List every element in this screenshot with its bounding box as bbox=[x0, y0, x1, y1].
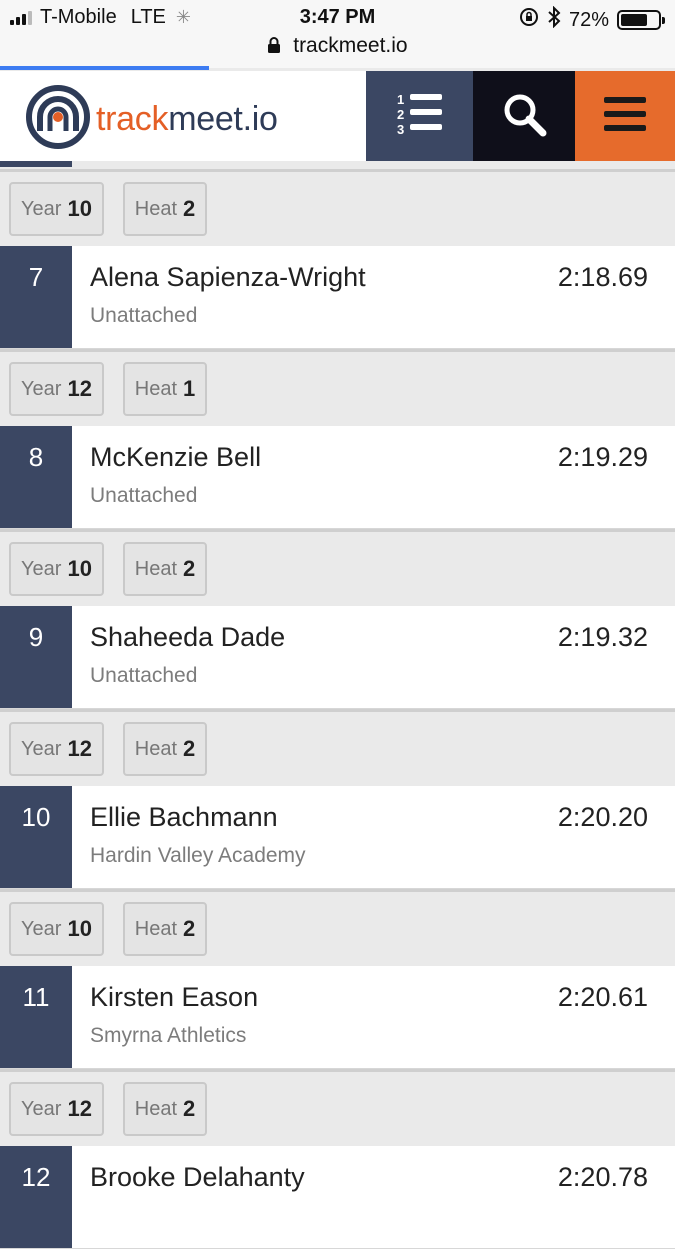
heat-tag[interactable]: Heat 2 bbox=[123, 902, 207, 956]
heat-label: Heat bbox=[134, 1097, 177, 1120]
athlete-name: Shaheeda Dade bbox=[90, 622, 286, 652]
svg-text:1: 1 bbox=[397, 92, 404, 107]
place-number: 7 bbox=[0, 246, 72, 348]
heat-tag[interactable]: Heat 2 bbox=[123, 1082, 207, 1136]
place-number: 10 bbox=[0, 786, 72, 888]
year-tag[interactable]: Year 12 bbox=[9, 362, 104, 416]
battery-percent: 72% bbox=[568, 8, 609, 31]
lock-icon bbox=[267, 36, 281, 60]
heat-value: 2 bbox=[183, 1096, 196, 1121]
athlete-name: Brooke Delahanty bbox=[90, 1162, 305, 1192]
result-tags: Year 10 Heat 2 bbox=[0, 169, 675, 246]
result-row[interactable]: 12 Brooke Delahanty 2:20.78 bbox=[0, 1146, 675, 1249]
heat-value: 2 bbox=[183, 196, 196, 221]
athlete-name: Alena Sapienza-Wright bbox=[90, 262, 366, 292]
heat-value: 2 bbox=[183, 736, 196, 761]
year-label: Year bbox=[21, 737, 62, 760]
url-bar[interactable]: trackmeet.io bbox=[0, 34, 675, 68]
year-tag[interactable]: Year 12 bbox=[9, 722, 104, 776]
previous-result-edge bbox=[0, 161, 675, 169]
athlete-name: Ellie Bachmann bbox=[90, 802, 278, 832]
page-load-progress bbox=[0, 66, 210, 70]
result-tags: Year 12 Heat 2 bbox=[0, 1069, 675, 1146]
year-tag[interactable]: Year 10 bbox=[9, 542, 104, 596]
year-tag[interactable]: Year 12 bbox=[9, 1082, 104, 1136]
search-icon bbox=[501, 91, 547, 142]
results-list: Year 10 Heat 2 7 Alena Sapienza-Wright Una… bbox=[0, 161, 675, 1249]
heat-tag[interactable]: Heat 2 bbox=[123, 182, 207, 236]
result-tags: Year 12 Heat 1 bbox=[0, 349, 675, 426]
place-number: 12 bbox=[0, 1146, 72, 1248]
heat-label: Heat bbox=[134, 917, 177, 940]
year-value: 12 bbox=[67, 736, 92, 761]
result-row[interactable]: 7 Alena Sapienza-Wright Unattached 2:18.… bbox=[0, 246, 675, 349]
place-number: 8 bbox=[0, 426, 72, 528]
logo-track-text: track bbox=[96, 100, 169, 138]
result-time: 2:20.78 bbox=[557, 1162, 648, 1192]
rankings-button[interactable]: 1 2 3 bbox=[366, 71, 473, 161]
team-name: Unattached bbox=[90, 304, 198, 327]
year-label: Year bbox=[21, 197, 62, 220]
heat-tag[interactable]: Heat 1 bbox=[123, 362, 207, 416]
result-row[interactable]: 11 Kirsten Eason Smyrna Athletics 2:20.6… bbox=[0, 966, 675, 1069]
place-number: 9 bbox=[0, 606, 72, 708]
place-number: 11 bbox=[0, 966, 72, 1068]
year-value: 12 bbox=[67, 376, 92, 401]
result-time: 2:19.32 bbox=[557, 622, 648, 652]
menu-button[interactable] bbox=[575, 71, 675, 161]
heat-tag[interactable]: Heat 2 bbox=[123, 722, 207, 776]
year-value: 10 bbox=[67, 556, 92, 581]
heat-label: Heat bbox=[134, 557, 177, 580]
bluetooth-icon bbox=[547, 5, 561, 34]
status-bar: T-Mobile LTE ✳ 3:47 PM 72% bbox=[0, 0, 675, 34]
result-tags: Year 10 Heat 2 bbox=[0, 889, 675, 966]
team-name: Hardin Valley Academy bbox=[90, 844, 306, 867]
result-tags: Year 12 Heat 2 bbox=[0, 709, 675, 786]
ranking-list-icon: 1 2 3 bbox=[396, 91, 444, 142]
year-value: 10 bbox=[67, 916, 92, 941]
year-label: Year bbox=[21, 917, 62, 940]
athlete-name: Kirsten Eason bbox=[90, 982, 259, 1012]
team-name: Smyrna Athletics bbox=[90, 1024, 247, 1047]
result-time: 2:20.61 bbox=[557, 982, 648, 1012]
heat-label: Heat bbox=[134, 377, 177, 400]
battery-icon bbox=[617, 10, 665, 30]
athlete-name: McKenzie Bell bbox=[90, 442, 262, 472]
result-tags: Year 10 Heat 2 bbox=[0, 529, 675, 606]
year-label: Year bbox=[21, 557, 62, 580]
orientation-lock-icon bbox=[519, 7, 539, 33]
result-time: 2:20.20 bbox=[557, 802, 648, 832]
heat-label: Heat bbox=[134, 197, 177, 220]
result-row[interactable]: 9 Shaheeda Dade Unattached 2:19.32 bbox=[0, 606, 675, 709]
result-row[interactable]: 10 Ellie Bachmann Hardin Valley Academy … bbox=[0, 786, 675, 889]
year-tag[interactable]: Year 10 bbox=[9, 902, 104, 956]
heat-label: Heat bbox=[134, 737, 177, 760]
result-row[interactable]: 8 McKenzie Bell Unattached 2:19.29 bbox=[0, 426, 675, 529]
heat-value: 2 bbox=[183, 556, 196, 581]
year-label: Year bbox=[21, 377, 62, 400]
year-value: 12 bbox=[67, 1096, 92, 1121]
team-name: Unattached bbox=[90, 484, 198, 507]
logo-wordmark: trackmeet.io bbox=[96, 100, 278, 139]
status-right: 72% bbox=[519, 5, 665, 34]
heat-value: 1 bbox=[183, 376, 196, 401]
year-tag[interactable]: Year 10 bbox=[9, 182, 104, 236]
heat-value: 2 bbox=[183, 916, 196, 941]
year-label: Year bbox=[21, 1097, 62, 1120]
svg-text:2: 2 bbox=[397, 107, 404, 122]
logo-meet-text: meet.io bbox=[168, 100, 278, 138]
search-button[interactable] bbox=[473, 71, 575, 161]
heat-tag[interactable]: Heat 2 bbox=[123, 542, 207, 596]
result-time: 2:19.29 bbox=[557, 442, 648, 472]
svg-text:3: 3 bbox=[397, 122, 404, 137]
year-value: 10 bbox=[67, 196, 92, 221]
site-logo[interactable]: trackmeet.io bbox=[26, 85, 278, 154]
site-header: trackmeet.io 1 2 3 bbox=[0, 71, 675, 162]
logo-target-icon bbox=[26, 85, 90, 154]
team-name: Unattached bbox=[90, 664, 198, 687]
hamburger-menu-icon bbox=[604, 96, 646, 137]
url-text: trackmeet.io bbox=[293, 34, 408, 57]
result-time: 2:18.69 bbox=[557, 262, 648, 292]
